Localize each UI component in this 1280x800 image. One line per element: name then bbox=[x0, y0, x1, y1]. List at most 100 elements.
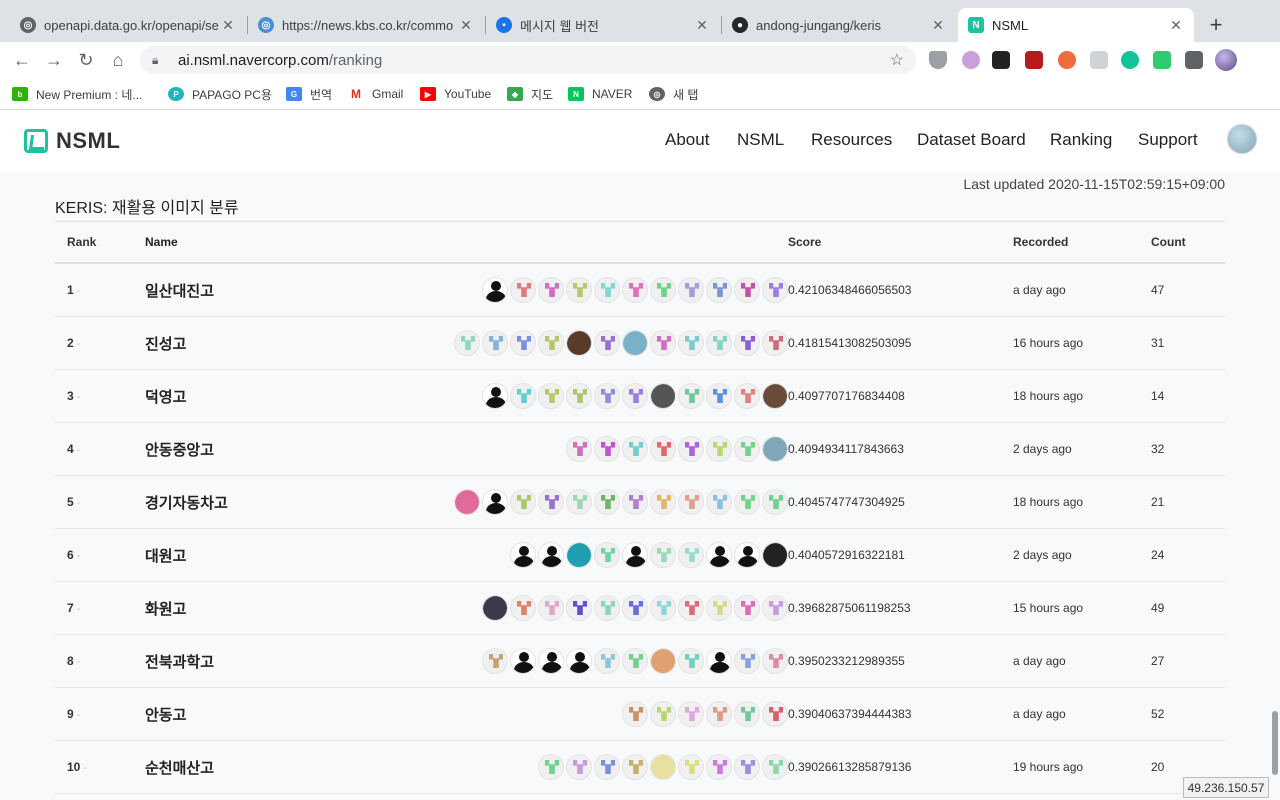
member-avatar-icon[interactable] bbox=[734, 701, 760, 727]
bookmark-star-icon[interactable]: ☆ bbox=[890, 50, 904, 70]
member-avatar-icon[interactable] bbox=[594, 383, 620, 409]
member-avatar-icon[interactable] bbox=[538, 754, 564, 780]
ublock-icon[interactable] bbox=[1025, 51, 1043, 69]
member-avatar-icon[interactable] bbox=[734, 330, 760, 356]
profile-icon[interactable] bbox=[1215, 49, 1237, 71]
bookmark-item[interactable]: ▶ YouTube bbox=[420, 85, 491, 103]
member-avatar-icon[interactable] bbox=[678, 648, 704, 674]
member-avatar-icon[interactable] bbox=[482, 277, 508, 303]
team-name[interactable]: 진성고 bbox=[145, 333, 445, 354]
member-avatar-icon[interactable] bbox=[482, 330, 508, 356]
member-avatar-icon[interactable] bbox=[762, 648, 788, 674]
member-avatar-icon[interactable] bbox=[650, 595, 676, 621]
table-row[interactable]: 8- 전북과학고 0.3950233212989355 a day ago 27 bbox=[55, 635, 1225, 688]
extension-icon[interactable] bbox=[1058, 51, 1076, 69]
member-avatar-icon[interactable] bbox=[706, 648, 732, 674]
member-avatar-icon[interactable] bbox=[594, 436, 620, 462]
member-avatar-icon[interactable] bbox=[706, 595, 732, 621]
nav-support[interactable]: Support bbox=[1138, 130, 1198, 150]
member-avatar-icon[interactable] bbox=[594, 595, 620, 621]
table-row[interactable]: 9- 안동고 0.39040637394444383 a day ago 52 bbox=[55, 688, 1225, 741]
member-avatar-icon[interactable] bbox=[734, 542, 760, 568]
member-avatar-icon[interactable] bbox=[454, 330, 480, 356]
member-avatar-icon[interactable] bbox=[622, 436, 648, 462]
table-row[interactable]: 1- 일산대진고 0.42106348466056503 a day ago 47 bbox=[55, 264, 1225, 317]
member-avatar-icon[interactable] bbox=[538, 648, 564, 674]
nav-resources[interactable]: Resources bbox=[811, 130, 892, 150]
team-name[interactable]: 대원고 bbox=[145, 545, 445, 566]
member-avatar-icon[interactable] bbox=[678, 701, 704, 727]
team-name[interactable]: 순천매산고 bbox=[145, 757, 445, 778]
member-avatar-icon[interactable] bbox=[762, 383, 788, 409]
table-row[interactable]: 5- 경기자동차고 0.4045747747304925 18 hours ago 21 bbox=[55, 476, 1225, 529]
table-row[interactable]: 7- 화원고 0.39682875061198253 15 hours ago 49 bbox=[55, 582, 1225, 635]
member-avatar-icon[interactable] bbox=[538, 277, 564, 303]
member-avatar-icon[interactable] bbox=[762, 595, 788, 621]
member-avatar-icon[interactable] bbox=[622, 701, 648, 727]
page-scrollbar[interactable] bbox=[1272, 711, 1278, 775]
member-avatar-icon[interactable] bbox=[454, 489, 480, 515]
member-avatar-icon[interactable] bbox=[762, 542, 788, 568]
member-avatar-icon[interactable] bbox=[706, 436, 732, 462]
member-avatar-icon[interactable] bbox=[594, 277, 620, 303]
browser-tab[interactable]: ▪ 메시지 웹 버전 ✕ bbox=[486, 8, 720, 42]
nav-about[interactable]: About bbox=[665, 130, 709, 150]
member-avatar-icon[interactable] bbox=[594, 489, 620, 515]
team-name[interactable]: 전북과학고 bbox=[145, 651, 445, 672]
member-avatar-icon[interactable] bbox=[482, 383, 508, 409]
member-avatar-icon[interactable] bbox=[650, 489, 676, 515]
member-avatar-icon[interactable] bbox=[762, 436, 788, 462]
nav-dataset-board[interactable]: Dataset Board bbox=[917, 130, 1026, 150]
user-avatar[interactable] bbox=[1227, 124, 1257, 154]
member-avatar-icon[interactable] bbox=[538, 595, 564, 621]
member-avatar-icon[interactable] bbox=[594, 648, 620, 674]
member-avatar-icon[interactable] bbox=[706, 330, 732, 356]
member-avatar-icon[interactable] bbox=[510, 330, 536, 356]
extension-icon[interactable] bbox=[1153, 51, 1171, 69]
bookmark-item[interactable]: ◆ 지도 bbox=[507, 85, 553, 103]
close-icon[interactable]: ✕ bbox=[930, 17, 946, 34]
member-avatar-icon[interactable] bbox=[510, 542, 536, 568]
back-icon[interactable]: ← bbox=[10, 48, 34, 72]
member-avatar-icon[interactable] bbox=[734, 648, 760, 674]
member-avatar-icon[interactable] bbox=[650, 436, 676, 462]
extension-icon[interactable] bbox=[962, 51, 980, 69]
team-name[interactable]: 덕영고 bbox=[145, 386, 445, 407]
member-avatar-icon[interactable] bbox=[678, 436, 704, 462]
close-icon[interactable]: ✕ bbox=[458, 17, 474, 34]
member-avatar-icon[interactable] bbox=[706, 489, 732, 515]
nav-nsml[interactable]: NSML bbox=[737, 130, 784, 150]
team-name[interactable]: 안동고 bbox=[145, 704, 445, 725]
member-avatar-icon[interactable] bbox=[482, 595, 508, 621]
table-row[interactable]: 2- 진성고 0.41815413082503095 16 hours ago 31 bbox=[55, 317, 1225, 370]
table-row[interactable]: 3- 덕영고 0.4097707176834408 18 hours ago 14 bbox=[55, 370, 1225, 423]
member-avatar-icon[interactable] bbox=[622, 489, 648, 515]
member-avatar-icon[interactable] bbox=[538, 383, 564, 409]
member-avatar-icon[interactable] bbox=[566, 542, 592, 568]
team-name[interactable]: 안동중앙고 bbox=[145, 439, 445, 460]
member-avatar-icon[interactable] bbox=[734, 383, 760, 409]
browser-tab[interactable]: ◎ https://news.kbs.co.kr/commo ✕ bbox=[248, 8, 484, 42]
bookmark-item[interactable]: P PAPAGO PC용 bbox=[168, 85, 272, 103]
member-avatar-icon[interactable] bbox=[594, 542, 620, 568]
member-avatar-icon[interactable] bbox=[538, 542, 564, 568]
member-avatar-icon[interactable] bbox=[566, 383, 592, 409]
close-icon[interactable]: ✕ bbox=[694, 17, 710, 34]
member-avatar-icon[interactable] bbox=[678, 330, 704, 356]
bookmark-item[interactable]: b New Premium : 네... bbox=[12, 85, 142, 103]
forward-icon[interactable]: → bbox=[42, 48, 66, 72]
member-avatar-icon[interactable] bbox=[594, 754, 620, 780]
nsml-logo[interactable]: NSML bbox=[24, 128, 120, 154]
download-icon[interactable] bbox=[1090, 51, 1108, 69]
member-avatar-icon[interactable] bbox=[762, 754, 788, 780]
member-avatar-icon[interactable] bbox=[622, 754, 648, 780]
grammarly-icon[interactable] bbox=[1121, 51, 1139, 69]
address-bar[interactable]: 🔒︎ ai.nsml.navercorp.com/ranking ☆ bbox=[140, 46, 916, 74]
member-avatar-icon[interactable] bbox=[566, 595, 592, 621]
member-avatar-icon[interactable] bbox=[622, 277, 648, 303]
member-avatar-icon[interactable] bbox=[650, 701, 676, 727]
member-avatar-icon[interactable] bbox=[566, 754, 592, 780]
member-avatar-icon[interactable] bbox=[678, 542, 704, 568]
member-avatar-icon[interactable] bbox=[650, 330, 676, 356]
member-avatar-icon[interactable] bbox=[678, 754, 704, 780]
